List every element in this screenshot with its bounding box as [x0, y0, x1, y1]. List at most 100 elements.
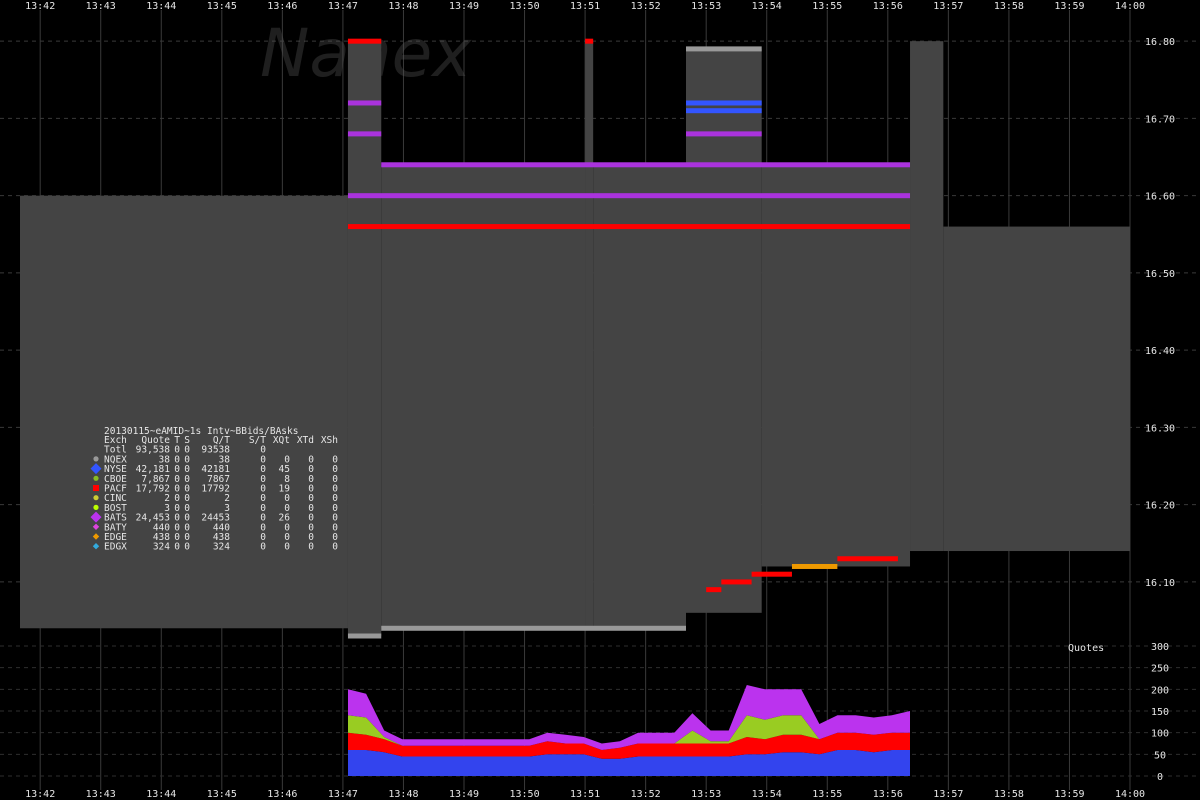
x-tick-top: 13:45: [207, 1, 237, 12]
quote-line-bats: [347, 100, 382, 106]
x-tick-top: 13:48: [388, 1, 418, 12]
x-tick-bottom: 13:52: [631, 789, 661, 800]
x-tick-bottom: 13:56: [873, 789, 903, 800]
legend-marker-cinc: [93, 495, 99, 501]
legend-cell-quote: 324: [153, 542, 170, 553]
price-tick-label: 16.40: [1145, 346, 1175, 357]
price-tick-label: 16.10: [1145, 578, 1175, 589]
legend-cell-st: 0: [260, 542, 266, 553]
legend-marker-nqex: [93, 456, 99, 462]
quote-line-bats: [686, 131, 762, 137]
quote-line-nyse: [686, 100, 762, 106]
x-tick-bottom: 13:47: [328, 789, 358, 800]
quote-line-pacf: [837, 556, 898, 562]
legend-header-cell: XSh: [321, 435, 338, 446]
x-tick-top: 13:49: [449, 1, 479, 12]
quote-line-pacf: [721, 579, 752, 585]
x-tick-top: 13:46: [267, 1, 297, 12]
legend-cell-s: 0: [184, 542, 190, 553]
quote-line-pacf: [585, 38, 594, 44]
legend-header-cell: XTd: [297, 435, 314, 446]
x-tick-bottom: 13:49: [449, 789, 479, 800]
quote-tick-label: 200: [1151, 685, 1169, 696]
spread-segment: [910, 41, 944, 552]
x-tick-top: 14:00: [1115, 1, 1145, 12]
legend-title: 20130115~eAMID~1s Intv~BBids/BAsks: [104, 426, 298, 437]
price-tick-label: 16.20: [1145, 501, 1175, 512]
x-tick-top: 13:59: [1054, 1, 1084, 12]
legend-cell-xtd: 0: [308, 542, 314, 553]
quote-tick-label: 150: [1151, 707, 1169, 718]
price-tick-label: 16.50: [1145, 269, 1175, 280]
quote-tick-label: 250: [1151, 664, 1169, 675]
x-tick-bottom: 13:57: [933, 789, 963, 800]
price-axis: 16.80 16.70 16.60 16.50 16.40 16.30 16.20 16.10: [1145, 37, 1175, 589]
legend-header-cell: XQt: [273, 435, 290, 446]
x-tick-bottom: 13:51: [570, 789, 600, 800]
x-tick-top: 13:56: [873, 1, 903, 12]
x-tick-bottom: 13:45: [207, 789, 237, 800]
x-axis-bottom: 13:42 13:43 13:44 13:45 13:46 13:47 13:48 13:49…: [25, 789, 1145, 800]
x-tick-top: 13:43: [86, 1, 116, 12]
quote-line-bats: [381, 162, 911, 168]
x-tick-bottom: 13:43: [86, 789, 116, 800]
quote-tick-label: 50: [1154, 750, 1166, 761]
legend-cell-qt: 324: [213, 542, 230, 553]
x-tick-top: 13:51: [570, 1, 600, 12]
x-tick-bottom: 14:00: [1115, 789, 1145, 800]
x-tick-bottom: 13:54: [752, 789, 782, 800]
x-tick-top: 13:55: [812, 1, 842, 12]
quote-tick-label: 100: [1151, 729, 1169, 740]
spread-segment: [347, 41, 382, 637]
x-tick-top: 13:58: [994, 1, 1024, 12]
spread-segment: [20, 195, 348, 629]
x-tick-top: 13:50: [509, 1, 539, 12]
x-tick-top: 13:44: [146, 1, 176, 12]
x-axis-top: 13:42 13:43 13:44 13:45 13:46 13:47 13:48 13:49…: [25, 1, 1145, 12]
quote-line-nqex: [381, 625, 686, 631]
x-tick-bottom: 13:50: [509, 789, 539, 800]
quote-line-nqex: [686, 46, 762, 52]
spread-segment: [593, 164, 686, 629]
quote-axis: Quotes 300 250 200 150 100 50 0: [1068, 642, 1169, 783]
x-tick-top: 13:52: [631, 1, 661, 12]
spread-segment: [585, 41, 594, 629]
legend-cell-t: 0: [174, 542, 180, 553]
quote-line-nyse: [686, 108, 762, 114]
x-tick-top: 13:47: [328, 1, 358, 12]
x-tick-bottom: 13:58: [994, 789, 1024, 800]
quote-line-pacf: [347, 38, 382, 44]
x-tick-bottom: 13:53: [691, 789, 721, 800]
x-tick-top: 13:42: [25, 1, 55, 12]
quote-line-pacf: [751, 571, 792, 577]
legend-cell-exch: EDGX: [104, 542, 127, 553]
spread-segment: [943, 226, 1130, 552]
x-tick-bottom: 13:59: [1054, 789, 1084, 800]
spread-segment: [381, 164, 586, 629]
quote-line-pacf: [706, 587, 722, 593]
legend-cell-xqt: 0: [284, 542, 290, 553]
price-tick-label: 16.80: [1145, 37, 1175, 48]
quote-line-edge: [791, 563, 838, 569]
quote-axis-label: Quotes: [1068, 643, 1104, 654]
quote-chart: Nanex 13:4213:4313:4413:4513:4613:4713:4…: [0, 1, 1200, 800]
x-tick-bottom: 13:42: [25, 789, 55, 800]
legend-marker-pacf: [93, 485, 99, 491]
volume-area: [348, 685, 910, 776]
quote-line-nqex: [347, 633, 382, 639]
x-tick-bottom: 13:55: [812, 789, 842, 800]
price-tick-label: 16.60: [1145, 192, 1175, 203]
x-tick-top: 13:54: [752, 1, 782, 12]
x-tick-top: 13:53: [691, 1, 721, 12]
x-tick-bottom: 13:48: [388, 789, 418, 800]
quote-tick-label: 0: [1157, 772, 1163, 783]
legend-marker-cboe: [93, 475, 99, 481]
quote-tick-label: 300: [1151, 642, 1169, 653]
x-tick-bottom: 13:46: [267, 789, 297, 800]
price-tick-label: 16.70: [1145, 114, 1175, 125]
x-tick-top: 13:57: [933, 1, 963, 12]
legend-cell-xsh: 0: [332, 542, 338, 553]
quote-line-bats: [347, 193, 911, 199]
legend-marker-bost: [93, 504, 99, 510]
price-tick-label: 16.30: [1145, 423, 1175, 434]
